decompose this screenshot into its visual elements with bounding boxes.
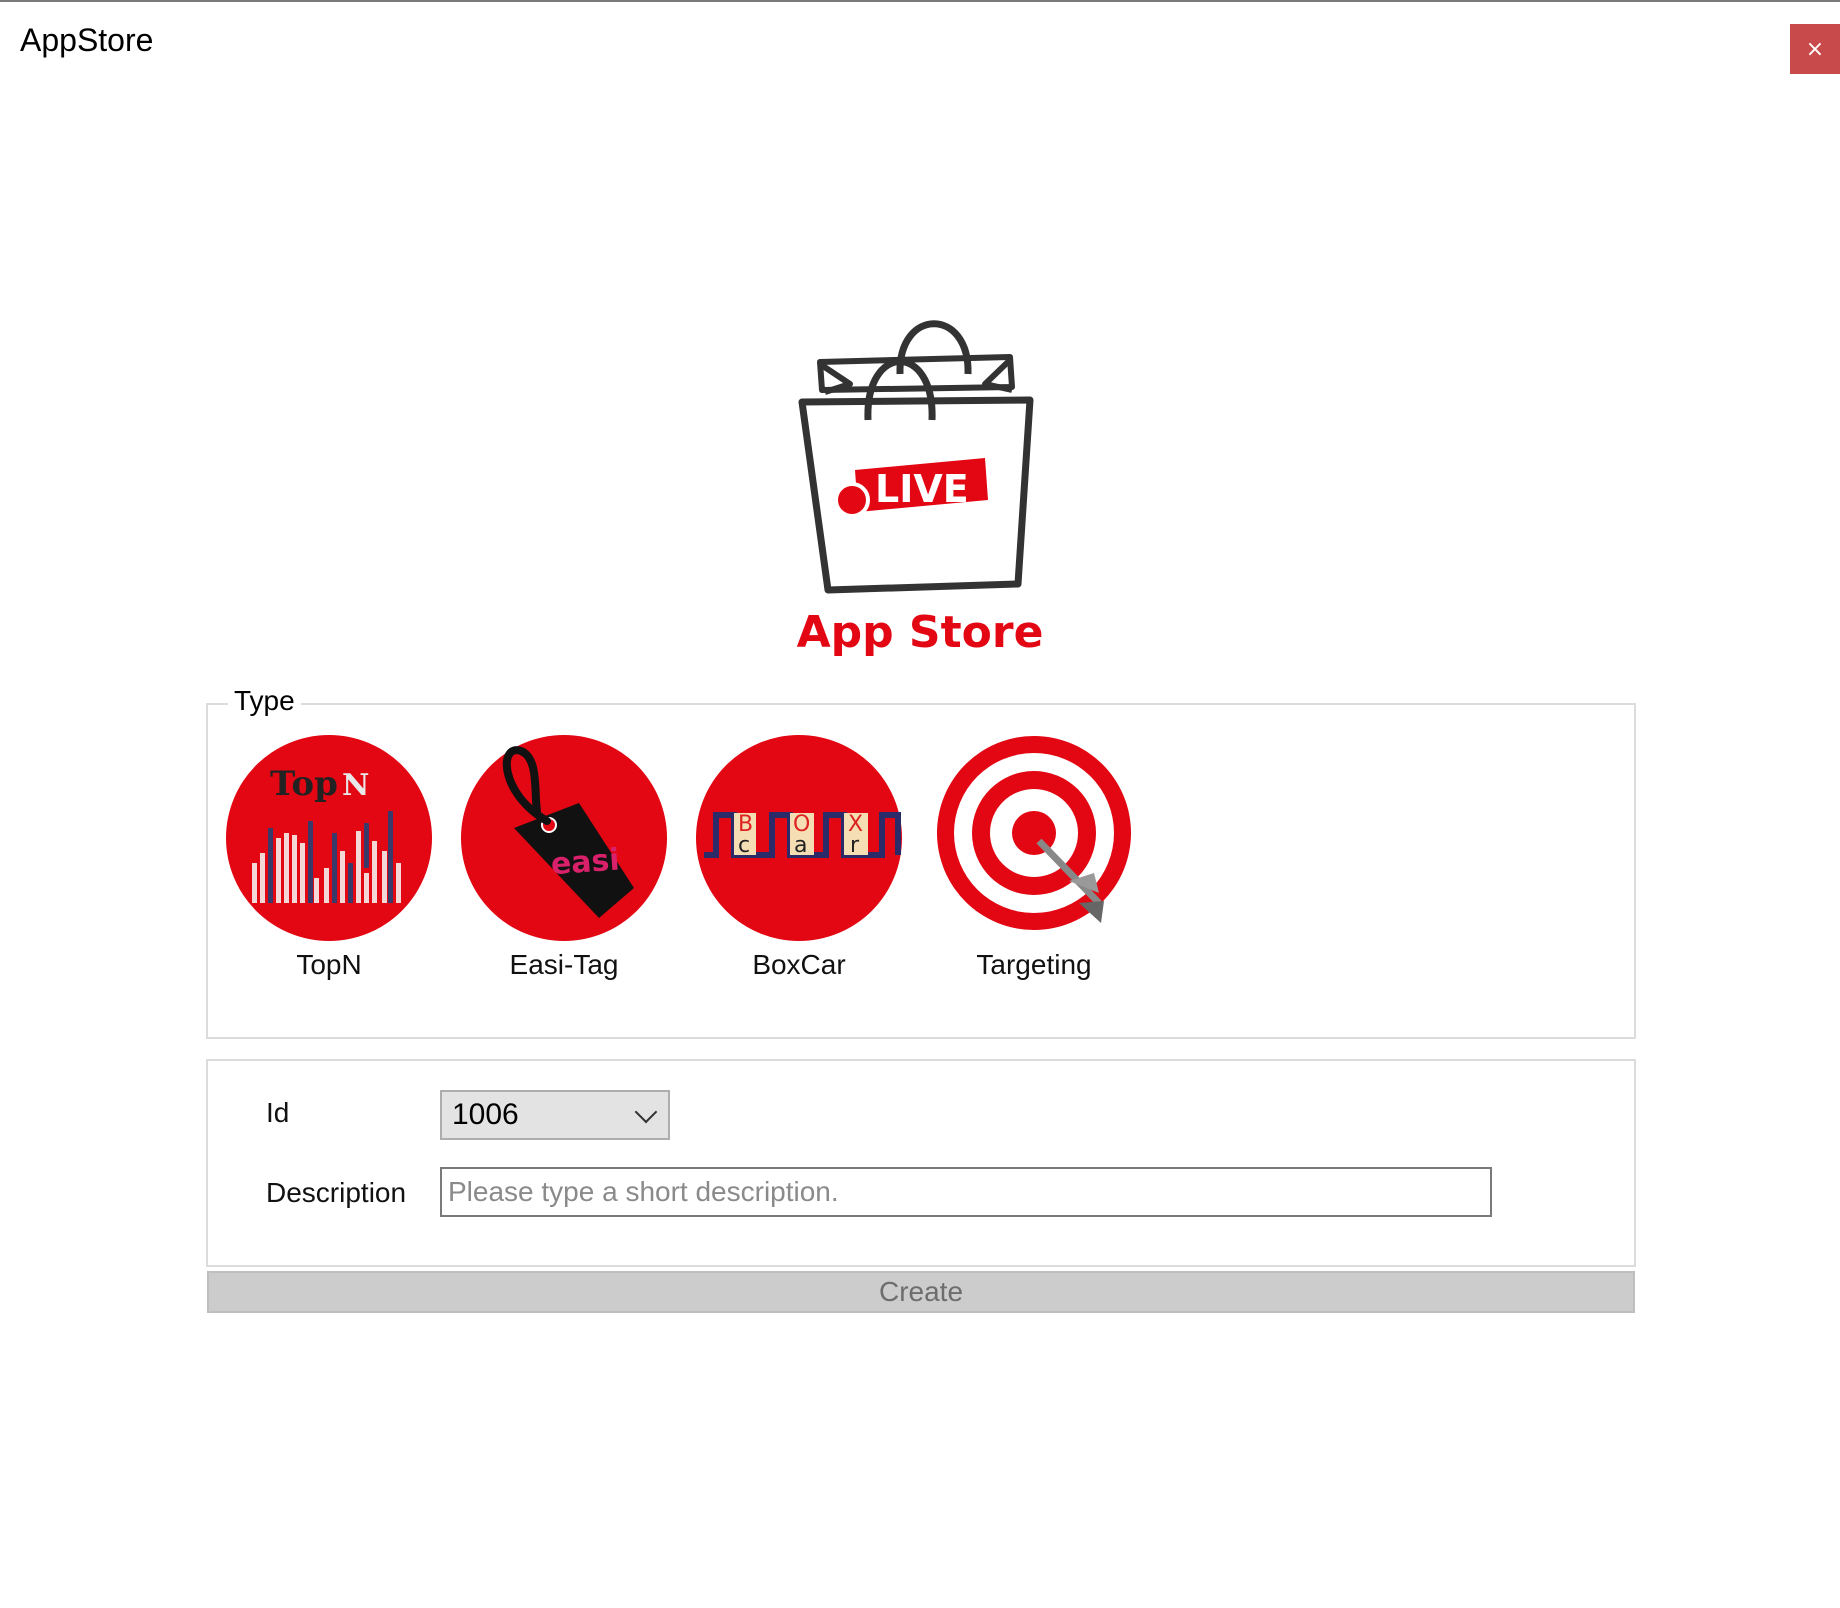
type-item-boxcar[interactable]: B c O a X r BoxCar [694,733,904,983]
type-label-boxcar: BoxCar [752,949,846,980]
svg-text:r: r [850,833,860,858]
chevron-down-icon [634,1100,658,1124]
description-input[interactable] [440,1167,1492,1217]
close-icon: × [1805,36,1825,62]
type-item-topn[interactable]: Top N TopN [224,733,434,983]
details-groupbox: Id 1006 Description [206,1059,1636,1267]
id-selected-value: 1006 [452,1098,519,1131]
close-button[interactable]: × [1790,24,1840,74]
brand-text: App Store [797,607,1044,658]
type-label-topn: TopN [296,949,362,980]
type-label-targeting: Targeting [976,949,1092,980]
id-label: Id [266,1097,290,1128]
target-icon [937,736,1131,930]
live-badge-text: LIVE [875,467,969,511]
app-store-logo: LIVE App Store [780,302,1060,672]
svg-text:N: N [342,768,369,803]
svg-text:easi: easi [550,843,621,883]
svg-text:c: c [738,833,750,858]
type-item-easi-tag[interactable]: easi Easi-Tag [459,733,669,983]
boxcar-icon: B c O a X r [696,735,902,941]
description-label: Description [266,1177,407,1208]
create-button[interactable]: Create [207,1271,1635,1313]
type-label-easi-tag: Easi-Tag [509,949,619,980]
svg-text:a: a [794,833,807,858]
topn-icon: Top N [226,735,432,941]
type-groupbox: Type Top N TopN easi Easi-Tag B c O a X … [206,685,1636,1039]
shopping-bag-icon: LIVE App Store [797,320,1044,658]
type-legend: Type [228,685,301,717]
window-title: AppStore [20,22,154,58]
id-dropdown[interactable]: 1006 [440,1090,670,1140]
appstore-window: AppStore × LIVE App Store Type Top N Top… [0,0,1840,1608]
tag-icon: easi [461,735,667,941]
title-bar: AppStore × [0,2,1840,82]
svg-text:Top: Top [270,764,338,804]
type-item-targeting[interactable]: Targeting [929,733,1139,983]
